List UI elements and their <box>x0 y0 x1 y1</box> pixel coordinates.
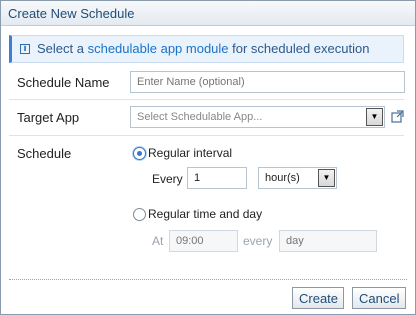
target-app-label: Target App <box>17 110 80 125</box>
interval-unit-value: hour(s) <box>265 172 300 184</box>
footer-divider <box>9 279 407 280</box>
interval-value-input[interactable] <box>187 167 247 189</box>
chevron-down-icon[interactable]: ▼ <box>366 108 383 126</box>
create-schedule-dialog: Create New Schedule i Select a schedulab… <box>0 0 416 315</box>
day-input <box>279 230 377 252</box>
dialog-titlebar: Create New Schedule <box>1 1 415 26</box>
regular-time-radio[interactable] <box>133 208 146 221</box>
info-icon: i <box>20 44 30 54</box>
regular-interval-radio[interactable] <box>133 147 146 160</box>
every-label: Every <box>152 172 183 186</box>
divider <box>9 99 404 100</box>
divider <box>9 135 404 136</box>
cancel-button[interactable]: Cancel <box>352 287 406 309</box>
every-day-label: every <box>243 234 273 248</box>
info-message: Select a schedulable app module for sche… <box>37 41 369 56</box>
schedule-label: Schedule <box>17 146 72 161</box>
dialog-title: Create New Schedule <box>8 6 135 21</box>
time-input <box>169 230 238 252</box>
info-prefix: Select a <box>37 41 88 56</box>
schedule-name-input[interactable] <box>130 71 405 93</box>
regular-time-label[interactable]: Regular time and day <box>148 207 262 221</box>
chevron-down-icon[interactable]: ▼ <box>318 169 335 187</box>
info-suffix: for scheduled execution <box>228 41 370 56</box>
regular-interval-label[interactable]: Regular interval <box>148 146 232 160</box>
target-app-select[interactable]: Select Schedulable App... ▼ <box>130 106 385 128</box>
interval-unit-select[interactable]: hour(s) ▼ <box>258 167 337 189</box>
info-banner: i Select a schedulable app module for sc… <box>9 35 404 63</box>
schedulable-app-module-link[interactable]: schedulable app module <box>88 41 229 56</box>
external-link-icon[interactable] <box>391 110 404 123</box>
create-button[interactable]: Create <box>292 287 344 309</box>
at-label: At <box>152 234 164 248</box>
schedule-name-label: Schedule Name <box>17 75 110 90</box>
target-app-placeholder: Select Schedulable App... <box>137 111 263 123</box>
